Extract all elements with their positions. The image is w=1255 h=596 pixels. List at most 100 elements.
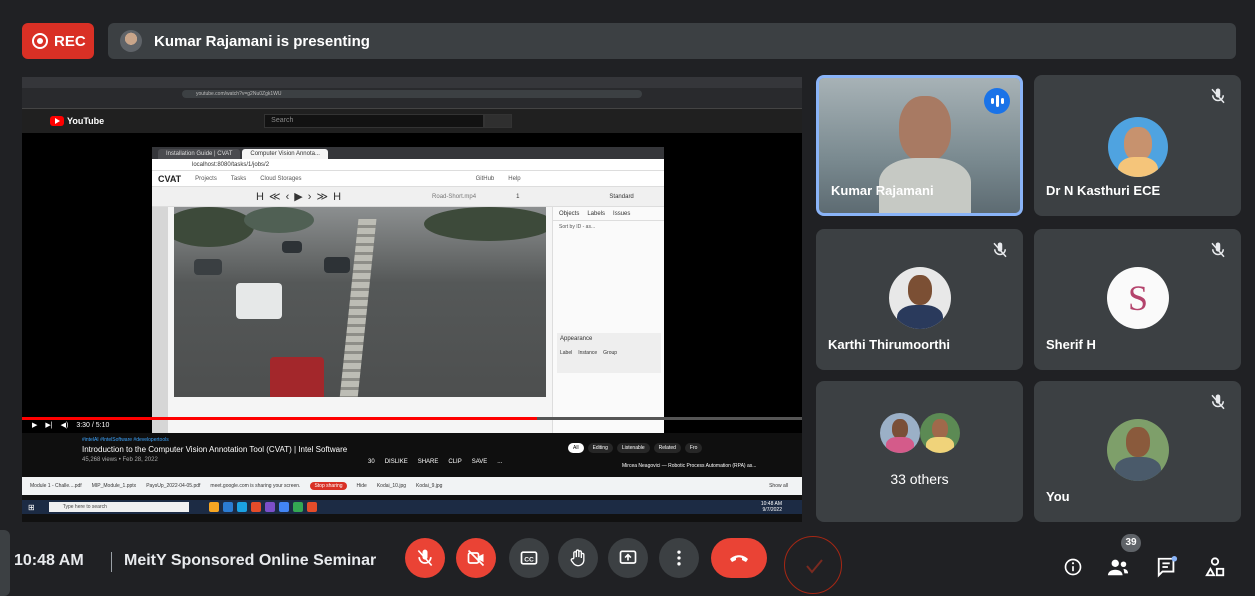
meeting-details-button[interactable] <box>1062 556 1084 578</box>
cvat-nav-help: Help <box>508 175 521 182</box>
mic-off-icon <box>417 549 433 567</box>
participant-tile-karthi[interactable]: Karthi Thirumoorthi <box>816 229 1023 370</box>
cvat-player-controls: H ≪ ‹ ▶ › ≫ H <box>256 191 343 203</box>
more-options-button[interactable] <box>659 538 699 578</box>
cvat-window: Installation Guide | CVAT Computer Visio… <box>152 147 664 433</box>
activities-button[interactable] <box>1204 556 1226 578</box>
shared-screen: youtube.com/watch?v=g2Nu0Zgk1WU YouTube … <box>22 77 802 522</box>
video-actions: 30 DISLIKE SHARE CLIP SAVE ... <box>368 459 502 465</box>
record-icon <box>32 33 48 49</box>
speaking-indicator-icon <box>984 88 1010 114</box>
cvat-tools-sidebar <box>152 207 168 433</box>
people-icon <box>1107 559 1129 576</box>
captions-button[interactable]: CC <box>509 538 549 578</box>
youtube-logo-text: YouTube <box>67 116 105 126</box>
presenting-banner: Kumar Rajamani is presenting <box>108 23 1236 59</box>
avatar: S <box>1107 267 1169 329</box>
others-count: 33 others <box>890 471 949 487</box>
participant-tile-kumar[interactable]: Kumar Rajamani <box>816 75 1023 216</box>
participant-tile-others[interactable]: 33 others <box>816 381 1023 522</box>
app-icon <box>292 502 303 512</box>
cvat-appearance-label: Appearance <box>560 336 593 342</box>
avatar <box>889 267 951 329</box>
taskbar-date: 9/7/2022 <box>762 507 782 513</box>
participant-name: Kumar Rajamani <box>831 183 934 198</box>
taskbar-clock: 10:48 AM 9/7/2022 <box>761 501 782 513</box>
mic-off-button[interactable] <box>405 538 445 578</box>
dislike-label: DISLIKE <box>384 459 408 465</box>
captions-icon: CC <box>520 551 538 565</box>
presenting-text: Kumar Rajamani is presenting <box>154 32 370 50</box>
cvat-url: localhost:8080/tasks/1/jobs/2 <box>152 159 664 171</box>
chat-button[interactable] <box>1156 556 1178 578</box>
cvat-tab-labels: Labels <box>587 211 606 217</box>
video-time: 3:30 / 5:10 <box>76 421 110 429</box>
windows-taskbar: ⊞ Type here to search 10:48 AM 9/7/2022 <box>22 500 802 514</box>
app-icon <box>250 502 261 512</box>
loading-spinner <box>784 536 842 594</box>
download-1: Module 1 - Challe....pdf <box>30 483 82 489</box>
participant-name: You <box>1046 489 1070 504</box>
presenter-face <box>899 96 951 162</box>
people-button[interactable] <box>1107 556 1129 578</box>
cvat-panel-tabs: Objects Labels Issues <box>553 207 664 221</box>
app-icon <box>236 502 247 512</box>
mic-off-icon <box>1211 394 1225 410</box>
youtube-search-icon <box>484 114 513 128</box>
more-label: ... <box>497 459 503 465</box>
camera-off-button[interactable] <box>456 538 496 578</box>
meeting-time: 10:48 AM <box>14 552 84 569</box>
scroll-handle[interactable] <box>0 530 10 596</box>
activities-icon <box>1205 557 1225 577</box>
present-icon <box>619 550 637 564</box>
meeting-name: MeitY Sponsored Online Seminar <box>124 552 377 569</box>
cvat-objects-panel: Objects Labels Issues Sort by ID - as...… <box>552 207 664 433</box>
cvat-appearance: Appearance Label Instance Group <box>557 333 661 373</box>
raise-hand-button[interactable] <box>558 538 598 578</box>
chip-related: Related <box>653 443 681 453</box>
participant-tile-you[interactable]: You <box>1034 381 1241 522</box>
cvat-logo: CVAT <box>158 173 182 184</box>
participant-tile-sherif[interactable]: S Sherif H <box>1034 229 1241 370</box>
video-progress-fill <box>22 417 537 420</box>
presenter-avatar <box>120 30 142 52</box>
camera-off-icon <box>467 549 485 567</box>
share-notice: meet.google.com is sharing your screen. <box>210 483 301 489</box>
avatar <box>920 413 960 453</box>
bookmarks-bar <box>22 99 802 109</box>
cvat-nav: CVAT Projects Tasks Cloud Storages GitHu… <box>152 171 664 187</box>
participant-tile-kasthuri[interactable]: Dr N Kasthuri ECE <box>1034 75 1241 216</box>
cvat-color-instance: Instance <box>578 350 598 356</box>
chip-all: All <box>568 443 584 453</box>
app-icon <box>222 502 233 512</box>
next-icon: ▶| <box>45 422 53 429</box>
cvat-tab-objects: Objects <box>559 211 580 217</box>
mic-off-icon <box>1211 242 1225 258</box>
present-button[interactable] <box>608 538 648 578</box>
video-info: #intelAI #IntelSoftware #developertools … <box>22 433 802 477</box>
leave-call-button[interactable] <box>711 538 767 578</box>
recommended-video: Mircea Neagovici — Robotic Process Autom… <box>622 463 757 469</box>
app-icon <box>278 502 289 512</box>
hide-label: Hide <box>356 483 367 489</box>
cvat-sort: Sort by ID - as... <box>559 224 596 230</box>
chip-from: Fro <box>684 443 703 453</box>
avatar <box>1107 419 1169 481</box>
download-5: Kodai_9.jpg <box>416 483 443 489</box>
video-tags: #intelAI #IntelSoftware #developertools <box>82 437 169 443</box>
recording-badge[interactable]: REC <box>22 23 94 59</box>
youtube-search: Search <box>264 114 485 128</box>
cvat-frame: 1 <box>516 193 520 200</box>
app-icon <box>264 502 275 512</box>
cvat-nav-github: GitHub <box>475 175 495 182</box>
youtube-header: YouTube Search <box>22 109 802 133</box>
browser-address-row: youtube.com/watch?v=g2Nu0Zgk1WU <box>22 88 802 99</box>
video-player: Installation Guide | CVAT Computer Visio… <box>22 133 802 433</box>
cvat-tab-issues: Issues <box>613 211 631 217</box>
show-all-label: Show all <box>769 483 788 489</box>
youtube-logo: YouTube <box>50 116 104 126</box>
play-icon: ▶ <box>32 422 38 429</box>
cvat-color-group: Group <box>603 350 618 356</box>
app-icon <box>208 502 219 512</box>
download-2: MIP_Module_1.pptx <box>91 483 137 489</box>
